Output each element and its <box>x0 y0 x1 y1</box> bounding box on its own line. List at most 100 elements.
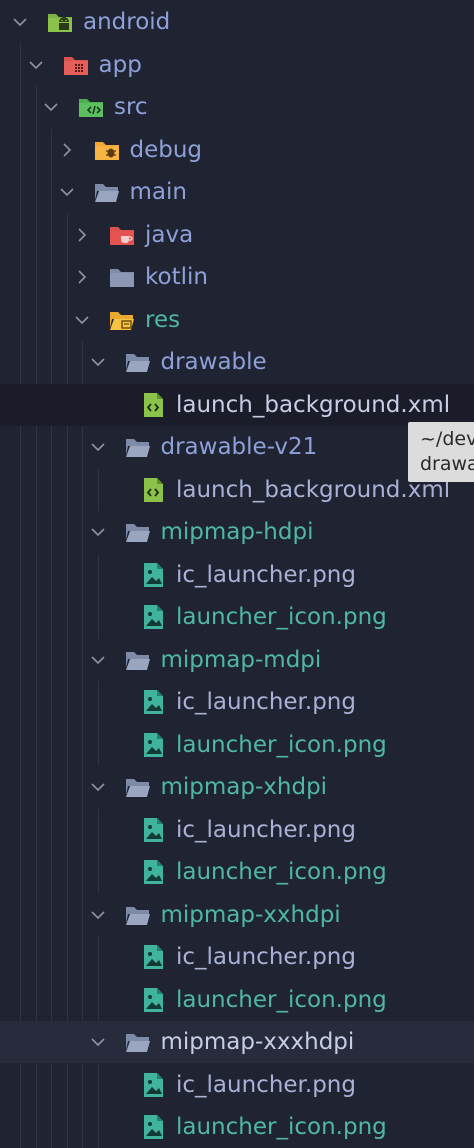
tree-item-label: mipmap-hdpi <box>160 519 314 545</box>
tree-item-label: ic_launcher.png <box>176 689 356 715</box>
image-file-icon <box>140 732 166 758</box>
chevron-down-icon[interactable] <box>90 524 106 540</box>
tree-folder-row[interactable]: android <box>0 1 474 43</box>
xml-file-icon <box>140 477 166 503</box>
folder-open-icon <box>125 647 151 673</box>
image-file-icon <box>140 987 166 1013</box>
tree-file-row[interactable]: launch_background.xml <box>0 383 474 426</box>
folder-open-icon <box>94 179 120 205</box>
chevron-down-icon[interactable] <box>59 184 75 200</box>
image-file-icon <box>140 944 166 970</box>
tree-item-label: mipmap-xhdpi <box>160 774 328 800</box>
chevron-down-icon[interactable] <box>90 439 106 455</box>
tree-folder-row[interactable]: main <box>0 171 474 213</box>
chevron-down-icon[interactable] <box>90 907 106 923</box>
folder-open-icon <box>125 349 151 375</box>
chevron-down-icon[interactable] <box>90 779 106 795</box>
tooltip-line-2: drawa <box>420 453 474 475</box>
tree-item-label: launcher_icon.png <box>176 986 387 1013</box>
folder-open-icon <box>125 902 151 928</box>
image-file-icon <box>140 1072 166 1098</box>
chevron-right-icon[interactable] <box>59 142 75 158</box>
chevron-right-icon[interactable] <box>74 269 90 285</box>
tree-folder-row[interactable]: mipmap-xxhdpi <box>0 894 474 936</box>
chevron-right-icon[interactable] <box>74 227 90 243</box>
chevron-down-icon[interactable] <box>90 354 106 370</box>
tree-item-label: launcher_icon.png <box>176 1114 387 1140</box>
tooltip-line-1: ~/dev <box>420 428 474 450</box>
tree-item-label: ic_launcher.png <box>176 1071 356 1098</box>
res-folder-icon <box>109 307 135 333</box>
tree-file-row[interactable]: launch_background.xml <box>0 469 474 511</box>
tree-item-label: kotlin <box>145 264 208 290</box>
tree-item-label: launcher_icon.png <box>176 604 387 630</box>
xml-file-icon <box>140 392 166 418</box>
chevron-down-icon[interactable] <box>28 57 44 73</box>
tree-file-row[interactable]: ic_launcher.png <box>0 1064 474 1106</box>
tree-item-label: android <box>83 9 171 35</box>
folder-open-icon <box>125 774 151 800</box>
tree-file-row[interactable]: ic_launcher.png <box>0 554 474 596</box>
app-folder-icon <box>63 52 89 78</box>
tree-file-row[interactable]: ic_launcher.png <box>0 809 474 851</box>
tree-item-label: drawable <box>160 349 267 375</box>
tree-file-row[interactable]: launcher_icon.png <box>0 596 474 638</box>
tree-folder-row[interactable]: mipmap-mdpi <box>0 639 474 681</box>
tree-item-label: app <box>98 51 142 78</box>
image-file-icon <box>140 817 166 843</box>
tree-folder-row[interactable]: debug <box>0 129 474 171</box>
tree-file-row[interactable]: ic_launcher.png <box>0 681 474 723</box>
folder-open-icon <box>125 434 151 460</box>
tree-item-label: src <box>114 94 148 120</box>
tree-item-label: ic_launcher.png <box>176 561 356 588</box>
tree-folder-row[interactable]: src <box>0 86 474 128</box>
image-file-icon <box>140 689 166 715</box>
tree-item-label: ic_launcher.png <box>176 944 356 970</box>
tree-item-label: main <box>129 179 187 205</box>
tree-item-label: debug <box>129 136 203 163</box>
tree-folder-row[interactable]: mipmap-xhdpi <box>0 766 474 808</box>
chevron-down-icon[interactable] <box>43 99 59 115</box>
tree-file-row[interactable]: launcher_icon.png <box>0 851 474 893</box>
folder-open-icon <box>125 519 151 545</box>
folder-open-icon <box>125 1029 151 1055</box>
tree-item-label: launch_background.xml <box>176 391 451 418</box>
tree-file-row[interactable]: launcher_icon.png <box>0 979 474 1021</box>
tree-item-label: launcher_icon.png <box>176 859 387 885</box>
tree-folder-row[interactable]: drawable-v21 <box>0 426 474 468</box>
src-folder-icon <box>78 94 104 120</box>
tree-item-label: mipmap-xxhdpi <box>160 901 341 928</box>
chevron-down-icon[interactable] <box>90 652 106 668</box>
tree-folder-row[interactable]: res <box>0 299 474 341</box>
tree-folder-row[interactable]: java <box>0 214 474 256</box>
tree-item-label: mipmap-mdpi <box>160 646 322 673</box>
tree-item-label: res <box>145 306 181 333</box>
file-explorer-tree: android app src debug main java kotlin r… <box>0 0 474 1148</box>
image-file-icon <box>140 562 166 588</box>
tree-folder-row[interactable]: drawable <box>0 341 474 383</box>
tree-folder-row[interactable]: mipmap-xxxhdpi <box>0 1021 474 1063</box>
tree-file-row[interactable]: ic_launcher.png <box>0 936 474 978</box>
image-file-icon <box>140 1114 166 1140</box>
path-tooltip: ~/dev drawa <box>408 422 474 482</box>
tree-file-row[interactable]: launcher_icon.png <box>0 1106 474 1148</box>
tree-folder-row[interactable]: app <box>0 44 474 86</box>
chevron-down-icon[interactable] <box>12 14 28 30</box>
tree-folder-row[interactable]: kotlin <box>0 256 474 298</box>
chevron-down-icon[interactable] <box>74 312 90 328</box>
android-folder-icon <box>47 9 73 35</box>
tree-file-row[interactable]: launcher_icon.png <box>0 724 474 766</box>
tree-item-label: java <box>145 221 194 248</box>
chevron-down-icon[interactable] <box>90 1034 106 1050</box>
tree-folder-row[interactable]: mipmap-hdpi <box>0 511 474 553</box>
